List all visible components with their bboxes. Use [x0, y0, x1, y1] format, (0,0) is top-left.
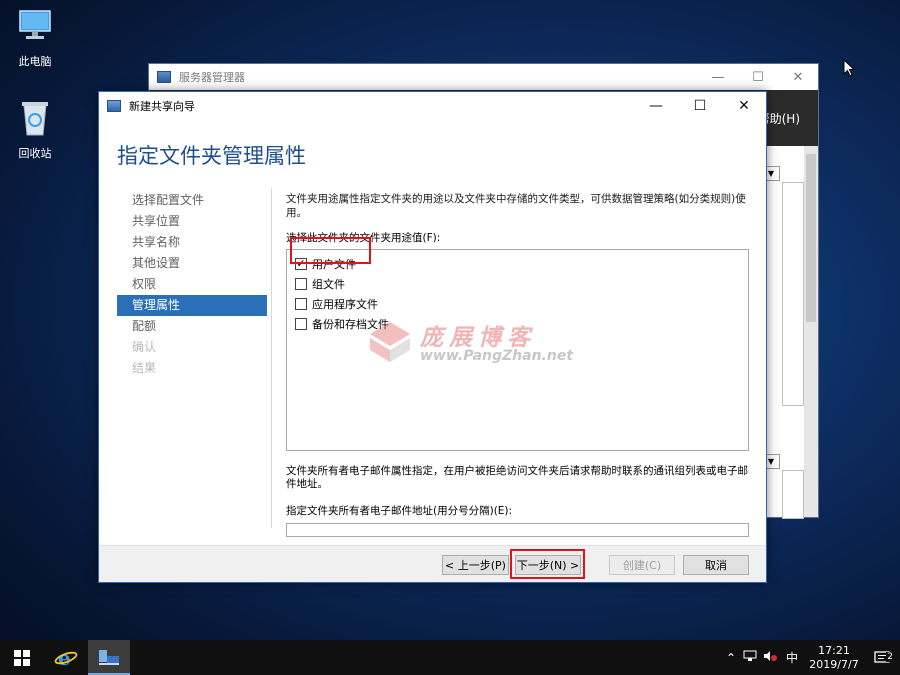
taskbar: e ⌃ 中 17:21 2019/7/7 2	[0, 640, 900, 675]
wizard-icon	[107, 100, 121, 112]
notification-count: 2	[886, 651, 894, 662]
page-title: 指定文件夹管理属性	[117, 144, 306, 168]
checkbox-icon[interactable]	[295, 318, 307, 330]
previous-button[interactable]: < 上一步(P)	[442, 555, 509, 575]
owner-email-input[interactable]	[286, 523, 749, 537]
owner-email-description: 文件夹所有者电子邮件属性指定，在用户被拒绝访问文件夹后请求帮助时联系的通讯组列表…	[286, 465, 748, 490]
server-manager-icon	[157, 71, 171, 83]
nav-item-results: 结果	[132, 361, 157, 375]
computer-icon	[0, 8, 70, 49]
start-button[interactable]	[0, 640, 44, 675]
watermark-url: www.PangZhan.net	[420, 348, 574, 364]
wizard-nav: 选择配置文件 共享位置 共享名称 其他设置 权限 管理属性 配额 确认 结果	[117, 190, 267, 379]
clock-time: 17:21	[818, 643, 850, 657]
watermark-name: 庞展博客	[420, 324, 536, 351]
nav-item-confirmation: 确认	[132, 340, 157, 354]
wizard-titlebar[interactable]: 新建共享向导 — ☐ ✕	[99, 92, 766, 120]
wizard-footer: < 上一步(P) 下一步(N) > 创建(C) 取消	[99, 546, 766, 582]
internet-explorer-icon: e	[54, 647, 78, 669]
highlight-box-user-files	[290, 237, 371, 264]
nav-divider	[271, 188, 272, 528]
clock[interactable]: 17:21 2019/7/7	[804, 644, 864, 672]
owner-email-label: 指定文件夹所有者电子邮件地址(用分号分隔)(E):	[286, 505, 513, 517]
maximize-button[interactable]: ☐	[738, 64, 778, 90]
minimize-button[interactable]: —	[634, 92, 678, 120]
create-button: 创建(C)	[609, 555, 675, 575]
wizard-title: 新建共享向导	[129, 100, 195, 113]
desktop-icon-recycle-bin[interactable]: 回收站	[0, 98, 70, 161]
nav-item-share-location[interactable]: 共享位置	[117, 211, 267, 232]
checkbox-icon[interactable]	[295, 278, 307, 290]
nav-item-other-settings[interactable]: 其他设置	[117, 253, 267, 274]
clock-date: 2019/7/7	[809, 657, 859, 671]
mouse-cursor-icon	[843, 58, 856, 80]
side-panel	[782, 470, 804, 519]
checkbox-icon[interactable]	[295, 298, 307, 310]
desktop-icon-label: 回收站	[18, 147, 52, 160]
taskbar-internet-explorer[interactable]: e	[44, 640, 88, 675]
ime-indicator[interactable]: 中	[780, 649, 804, 666]
server-manager-icon	[99, 649, 119, 665]
nav-item-permissions[interactable]: 权限	[117, 274, 267, 295]
usage-option-label: 应用程序文件	[312, 298, 378, 311]
server-manager-titlebar[interactable]: 服务器管理器 — ☐ ✕	[149, 64, 818, 90]
watermark: 庞展博客 www.PangZhan.net	[368, 318, 573, 378]
watermark-logo-icon	[368, 320, 412, 364]
recycle-bin-icon	[0, 98, 70, 141]
server-manager-title: 服务器管理器	[179, 71, 245, 84]
svg-text:e: e	[58, 647, 71, 669]
system-tray: ⌃ 中 17:21 2019/7/7 2	[722, 640, 900, 675]
nav-item-quota[interactable]: 配额	[117, 316, 267, 337]
usage-description: 文件夹用途属性指定文件夹的用途以及文件夹中存储的文件类型，可供数据管理策略(如分…	[286, 193, 746, 219]
usage-option-group-files[interactable]: 组文件	[287, 274, 748, 294]
taskbar-server-manager[interactable]	[88, 640, 130, 675]
network-icon[interactable]	[740, 650, 760, 665]
minimize-button[interactable]: —	[698, 64, 738, 90]
desktop-icon-this-pc[interactable]: 此电脑	[0, 8, 70, 69]
notification-center-icon[interactable]: 2	[864, 650, 900, 665]
nav-item-select-profile[interactable]: 选择配置文件	[117, 190, 267, 211]
desktop-icon-label: 此电脑	[18, 55, 52, 68]
usage-option-label: 组文件	[312, 278, 345, 291]
scrollbar-thumb[interactable]	[806, 154, 816, 322]
highlight-box-next-button	[510, 549, 585, 579]
maximize-button[interactable]: ☐	[678, 92, 722, 120]
cancel-button[interactable]: 取消	[683, 555, 749, 575]
close-button[interactable]: ✕	[778, 64, 818, 90]
volume-muted-icon[interactable]	[760, 650, 780, 665]
side-panel	[782, 182, 804, 406]
usage-option-application-files[interactable]: 应用程序文件	[287, 294, 748, 314]
close-button[interactable]: ✕	[722, 92, 766, 120]
windows-logo-icon	[14, 649, 30, 666]
nav-item-management-properties[interactable]: 管理属性	[117, 295, 267, 316]
chevron-up-icon[interactable]: ⌃	[722, 651, 740, 665]
nav-item-share-name[interactable]: 共享名称	[117, 232, 267, 253]
